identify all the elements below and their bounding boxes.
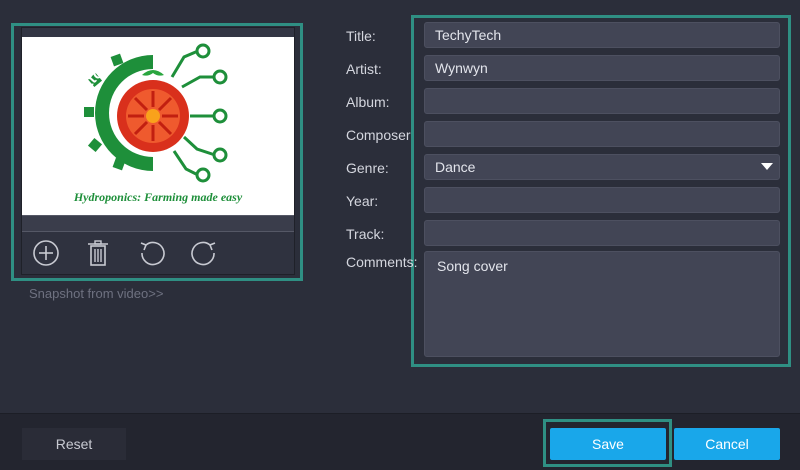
rotate-right-button[interactable] [188, 236, 220, 270]
add-cover-button[interactable] [30, 236, 62, 270]
reset-button[interactable]: Reset [22, 428, 126, 460]
techy-tomato-logo: Techy Tomato Hydroponics: Farming made e… [68, 43, 243, 204]
composer-label: Composer [346, 127, 411, 143]
title-field[interactable]: TechyTech [424, 22, 780, 48]
album-label: Album: [346, 94, 390, 110]
comments-label: Comments: [346, 254, 418, 270]
dropdown-arrow-icon [761, 163, 773, 170]
delete-cover-button[interactable] [82, 236, 114, 270]
cancel-button[interactable]: Cancel [674, 428, 780, 460]
track-field[interactable] [424, 220, 780, 246]
save-button[interactable]: Save [550, 428, 666, 460]
genre-value: Dance [435, 159, 476, 175]
album-field[interactable] [424, 88, 780, 114]
genre-select[interactable]: Dance [424, 154, 780, 180]
rotate-left-button[interactable] [136, 236, 168, 270]
composer-field[interactable] [424, 121, 780, 147]
artist-label: Artist: [346, 61, 382, 77]
rotate-right-icon [191, 241, 216, 266]
title-label: Title: [346, 28, 376, 44]
genre-label: Genre: [346, 160, 389, 176]
artist-field[interactable]: Wynwyn [424, 55, 780, 81]
add-icon [33, 240, 59, 266]
year-field[interactable] [424, 187, 780, 213]
comments-field[interactable]: Song cover [424, 251, 780, 357]
cover-divider [22, 215, 294, 232]
logo-tagline: Hydroponics: Farming made easy [73, 190, 243, 204]
year-label: Year: [346, 193, 379, 209]
rotate-left-icon [140, 241, 165, 266]
trash-icon [88, 240, 108, 266]
snapshot-from-video-link[interactable]: Snapshot from video>> [29, 286, 163, 301]
cover-image: Techy Tomato Hydroponics: Farming made e… [22, 37, 294, 215]
circuit-nodes [195, 43, 228, 183]
track-label: Track: [346, 226, 385, 242]
